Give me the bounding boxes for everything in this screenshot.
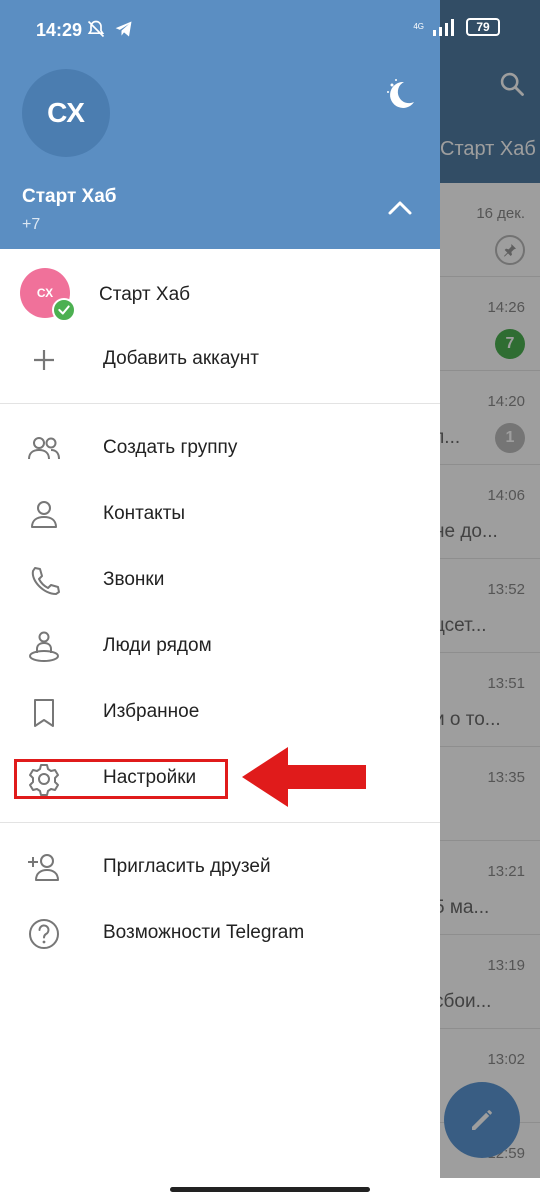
moon-icon[interactable]: [382, 76, 418, 112]
menu-item-label: Избранное: [103, 701, 200, 722]
divider: [0, 822, 440, 823]
status-icons-right: 4G 79: [413, 18, 500, 36]
menu-item-invite-friends[interactable]: Пригласить друзей: [0, 834, 440, 900]
status-icons-left: [86, 19, 134, 39]
menu-item-label: Добавить аккаунт: [103, 348, 259, 369]
phone-icon: [31, 567, 60, 595]
avatar[interactable]: СХ: [22, 69, 110, 157]
menu-item-people-nearby[interactable]: Люди рядом: [0, 613, 440, 679]
menu-item-new-group[interactable]: Создать группу: [0, 415, 440, 481]
plus-icon: [34, 350, 54, 370]
menu-item-label: Возможности Telegram: [103, 922, 305, 943]
status-time: 14:29: [36, 20, 83, 40]
account-name: Старт Хаб: [99, 284, 191, 305]
menu-item-label: Звонки: [103, 569, 165, 590]
telegram-icon: [115, 21, 132, 37]
question-icon: [29, 919, 59, 949]
menu-item-contacts[interactable]: Контакты: [0, 481, 440, 547]
group-icon: [28, 437, 60, 460]
navigation-drawer: СХ Старт Хаб +7 СХ Старт Хаб Добавить ак…: [0, 0, 440, 1200]
muted-bell-icon: [87, 20, 105, 38]
menu-item-telegram-features[interactable]: Возможности Telegram: [0, 900, 440, 966]
status-bar: 14:29 4G 79: [0, 0, 540, 58]
check-icon: [52, 298, 76, 322]
home-handle[interactable]: [170, 1187, 370, 1192]
chevron-up-icon[interactable]: [384, 192, 416, 224]
menu-item-label: Создать группу: [103, 437, 238, 458]
battery-icon: 79: [466, 18, 500, 36]
user-name: Старт Хаб: [22, 186, 117, 207]
menu-item-label: Контакты: [103, 503, 186, 524]
add-account-button[interactable]: Добавить аккаунт: [0, 326, 440, 392]
menu-item-saved[interactable]: Избранное: [0, 679, 440, 745]
account-item[interactable]: СХ Старт Хаб: [0, 260, 440, 326]
signal-icon: [433, 19, 454, 36]
people-nearby-icon: [29, 631, 59, 662]
user-phone: +7: [22, 216, 41, 233]
menu-item-label: Пригласить друзей: [103, 856, 271, 877]
network-type: 4G: [413, 22, 424, 31]
settings-highlight-box: [14, 759, 228, 799]
person-icon: [31, 501, 57, 528]
add-person-icon: [28, 854, 59, 881]
bookmark-icon: [34, 699, 54, 727]
menu-item-label: Люди рядом: [103, 635, 212, 656]
system-navigation-bar: [0, 1178, 540, 1200]
menu-item-calls[interactable]: Звонки: [0, 547, 440, 613]
divider: [0, 403, 440, 404]
arrow-left-icon: [242, 747, 366, 807]
